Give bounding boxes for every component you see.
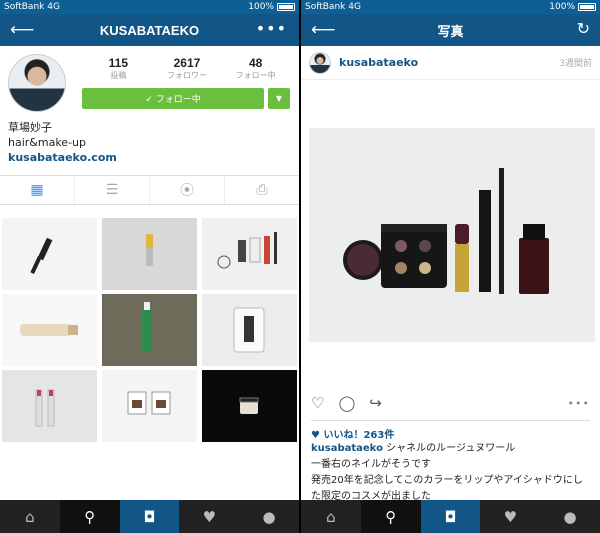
- chevron-down-icon[interactable]: ▼: [268, 88, 290, 109]
- divider: [311, 420, 590, 421]
- battery-percent: 100%: [248, 2, 274, 12]
- caption-username[interactable]: kusabataeko: [311, 443, 383, 454]
- photo-grid: [2, 218, 297, 442]
- activity-icon[interactable]: ♥: [480, 500, 540, 533]
- nav-bar: ⟵ KUSABATAEKO •••: [0, 14, 299, 46]
- caption-text: シャネルのルージュヌワール: [386, 443, 516, 454]
- arrow-left-icon[interactable]: ⟵: [10, 20, 34, 40]
- photo-thumbnail[interactable]: [102, 294, 197, 366]
- photo-thumbnail[interactable]: [102, 370, 197, 442]
- photo-thumbnail[interactable]: [202, 218, 297, 290]
- more-icon[interactable]: •••: [256, 19, 287, 38]
- caption: kusabataeko シャネルのルージュヌワール 一番右のネイルがそうです 発…: [311, 441, 592, 505]
- stat-value: 115: [108, 56, 128, 70]
- stat-posts[interactable]: 115 投稿: [84, 56, 152, 81]
- photo-thumbnail[interactable]: [102, 218, 197, 290]
- carrier: SoftBank: [4, 2, 45, 12]
- arrow-left-icon[interactable]: ⟵: [311, 20, 335, 40]
- post-actions: ♡ ◯ ↪ •••: [311, 393, 590, 413]
- profile-icon[interactable]: ●: [239, 500, 299, 533]
- activity-icon[interactable]: ♥: [179, 500, 239, 533]
- stat-value: 2617: [173, 56, 201, 70]
- page-title: KUSABATAEKO: [99, 22, 200, 38]
- post-timestamp: 3週間前: [559, 59, 592, 69]
- location-icon[interactable]: ⦿: [150, 176, 225, 204]
- status-bar: SoftBank 4G 100%: [301, 0, 600, 14]
- post-username[interactable]: kusabataeko: [339, 56, 418, 69]
- tagged-icon[interactable]: ⎙: [225, 176, 299, 204]
- following-button[interactable]: ✓ フォロー中: [82, 88, 264, 109]
- profile-stats: 115 投稿 2617 フォロワー 48 フォロー中: [84, 56, 290, 81]
- tab-bar: ⌂ ⚲ ◘ ♥ ●: [301, 500, 600, 533]
- full-name: 草場妙子: [8, 121, 52, 134]
- home-icon[interactable]: ⌂: [0, 500, 60, 533]
- battery-percent: 100%: [549, 2, 575, 12]
- grid-icon[interactable]: ▦: [0, 176, 75, 204]
- post-header: kusabataeko 3週間前: [301, 46, 600, 80]
- stat-label: 投稿: [110, 71, 127, 80]
- list-icon[interactable]: ☰: [75, 176, 150, 204]
- profile-header: 115 投稿 2617 フォロワー 48 フォロー中 ✓ フォロー中 ▼: [0, 46, 299, 116]
- photo-thumbnail[interactable]: [2, 294, 97, 366]
- search-icon[interactable]: ⚲: [360, 500, 421, 533]
- camera-icon[interactable]: ◘: [119, 500, 180, 533]
- comment-icon[interactable]: ◯: [338, 394, 355, 412]
- stat-followers[interactable]: 2617 フォロワー: [153, 56, 221, 81]
- network: 4G: [47, 2, 60, 12]
- tab-bar: ⌂ ⚲ ◘ ♥ ●: [0, 500, 299, 533]
- network: 4G: [348, 2, 361, 12]
- search-icon[interactable]: ⚲: [59, 500, 120, 533]
- stat-label: フォロワー: [166, 71, 207, 80]
- bio: 草場妙子 hair&make-up kusabataeko.com: [0, 116, 299, 169]
- heart-icon[interactable]: ♡: [311, 394, 324, 412]
- likes-text: いいね！263件: [323, 430, 395, 441]
- avatar[interactable]: [309, 51, 331, 74]
- page-title: 写真: [437, 23, 464, 39]
- more-icon[interactable]: •••: [568, 397, 590, 410]
- photo-thumbnail[interactable]: [202, 370, 297, 442]
- status-bar: SoftBank 4G 100%: [0, 0, 299, 14]
- likes-count[interactable]: ♥ いいね！263件: [311, 426, 394, 441]
- website-link[interactable]: kusabataeko.com: [8, 150, 291, 165]
- profile-tabs: ▦ ☰ ⦿ ⎙: [0, 175, 299, 205]
- caption-line: 一番右のネイルがそうです: [311, 459, 431, 470]
- refresh-icon[interactable]: ↻: [577, 19, 590, 38]
- profile-icon[interactable]: ●: [540, 500, 600, 533]
- share-icon[interactable]: ↪: [369, 394, 382, 412]
- post-photo[interactable]: [309, 128, 595, 342]
- nav-bar: ⟵ 写真 ↻: [301, 14, 600, 46]
- stat-following[interactable]: 48 フォロー中: [222, 56, 290, 81]
- photo-thumbnail[interactable]: [2, 370, 97, 442]
- battery-icon: [578, 3, 596, 11]
- stat-label: フォロー中: [235, 71, 276, 80]
- bio-description: hair&make-up: [8, 136, 86, 149]
- photo-thumbnail[interactable]: [202, 294, 297, 366]
- avatar: [8, 54, 66, 112]
- profile-screen: SoftBank 4G 100% ⟵ KUSABATAEKO ••• 115 投稿…: [0, 0, 299, 533]
- carrier: SoftBank: [305, 2, 346, 12]
- battery-icon: [277, 3, 295, 11]
- stat-value: 48: [248, 56, 263, 70]
- photo-screen: SoftBank 4G 100% ⟵ 写真 ↻ kusabataeko 3週間前: [301, 0, 600, 533]
- camera-icon[interactable]: ◘: [420, 500, 481, 533]
- photo-thumbnail[interactable]: [2, 218, 97, 290]
- home-icon[interactable]: ⌂: [301, 500, 361, 533]
